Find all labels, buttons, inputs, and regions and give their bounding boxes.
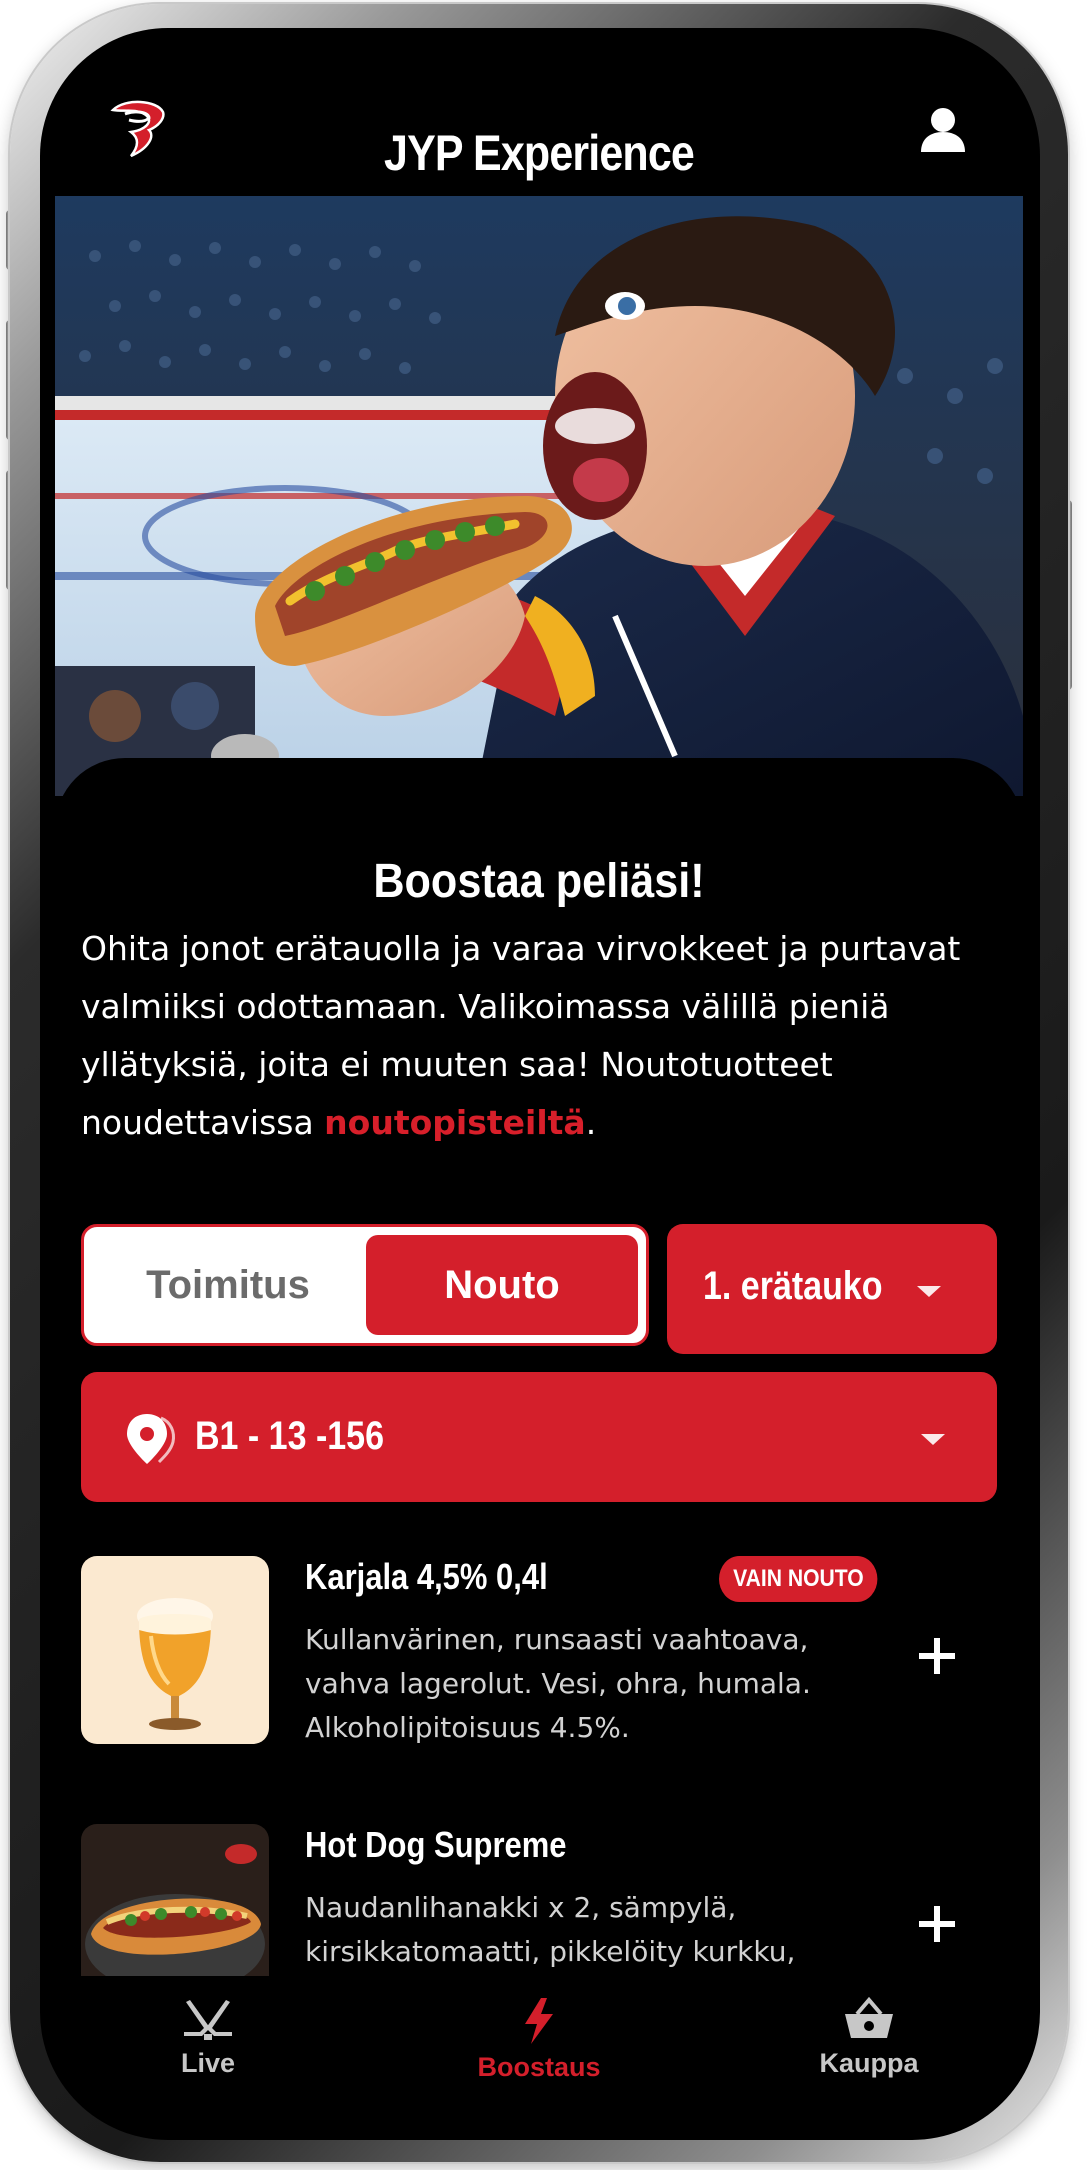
nav-item-boostaus[interactable]: Boostaus	[439, 1996, 639, 2083]
chevron-down-icon	[917, 1286, 941, 1297]
product-name: Hot Dog Supreme	[305, 1824, 567, 1865]
break-select[interactable]: 1. erätauko	[667, 1224, 997, 1354]
hockey-sticks-icon	[184, 2000, 232, 2040]
add-to-cart-plus-icon[interactable]	[917, 1904, 957, 1944]
pickup-points-link[interactable]: noutopisteiltä	[324, 1103, 586, 1142]
app-screen: JYP Experience Boostaa peliäsi! Ohita jo…	[55, 36, 1023, 2134]
boost-card: Boostaa peliäsi! Ohita jonot erätauolla …	[55, 758, 1023, 2134]
pickup-only-badge: VAIN NOUTO	[719, 1556, 878, 1602]
user-icon[interactable]	[915, 102, 971, 158]
nav-label-kauppa: Kauppa	[819, 2048, 919, 2078]
seat-select[interactable]: B1 - 13 -156	[81, 1372, 997, 1502]
product-description: Kullanvärinen, runsaasti vaahtoava, vahv…	[305, 1623, 811, 1744]
product-name: Karjala 4,5% 0,4l	[305, 1556, 548, 1597]
lightning-bolt-icon	[525, 1998, 553, 2044]
hero-image	[55, 196, 1023, 796]
chevron-down-icon	[921, 1434, 945, 1445]
card-title: Boostaa peliäsi!	[373, 855, 705, 908]
description-end: .	[585, 1103, 597, 1142]
device-mockup: JYP Experience Boostaa peliäsi! Ohita jo…	[0, 0, 1089, 2170]
add-to-cart-plus-icon[interactable]	[917, 1636, 957, 1676]
app-header: JYP Experience	[55, 36, 1023, 196]
nav-item-live[interactable]: Live	[108, 1996, 308, 2079]
break-select-value: 1. erätauko	[703, 1264, 883, 1308]
app-title: JYP Experience	[384, 125, 695, 181]
nav-label-boostaus: Boostaus	[477, 2052, 601, 2082]
nav-item-kauppa[interactable]: Kauppa	[769, 1996, 969, 2079]
location-pin-icon	[125, 1410, 177, 1466]
nav-label-live: Live	[180, 2048, 236, 2078]
delivery-mode-toggle: Toimitus Nouto	[81, 1224, 649, 1346]
seat-select-value: B1 - 13 -156	[195, 1414, 384, 1458]
basket-icon	[845, 1996, 893, 2038]
card-description: Ohita jonot erätauolla ja varaa virvokke…	[81, 920, 981, 1152]
toggle-option-delivery[interactable]: Toimitus	[92, 1235, 364, 1335]
toggle-option-pickup[interactable]: Nouto	[366, 1235, 638, 1335]
product-item[interactable]: Karjala 4,5% 0,4l VAIN NOUTO Kullanvärin…	[81, 1556, 997, 1744]
beer-glass-image	[81, 1556, 269, 1744]
bottom-navigation: Live Boostaus Kauppa	[55, 1976, 1023, 2134]
